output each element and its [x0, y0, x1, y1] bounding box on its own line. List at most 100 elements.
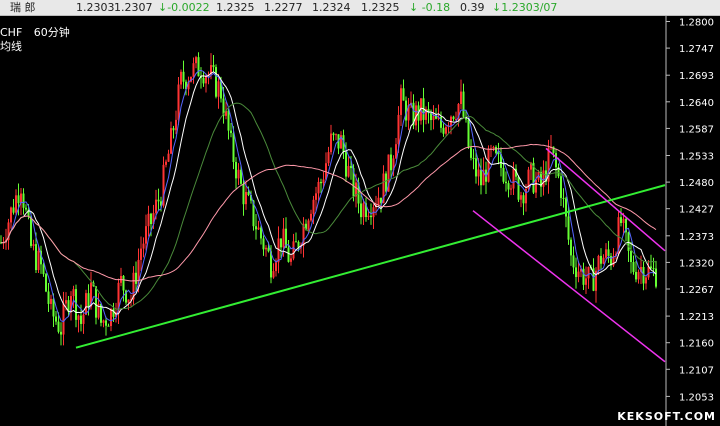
candle-body: [165, 161, 167, 165]
candle-body: [400, 88, 402, 115]
candle-body: [32, 244, 35, 246]
candle-body: [385, 173, 387, 192]
candle-body: [57, 321, 60, 332]
quote-change: ↓-0.0022: [158, 1, 210, 14]
candle-body: [172, 128, 175, 131]
candle-body: [430, 113, 432, 121]
candle-body: [50, 298, 52, 304]
candle-body: [265, 247, 267, 250]
candle-body: [80, 315, 82, 324]
watermark: KEKSOFT.COM: [617, 410, 716, 423]
candle-body: [502, 167, 505, 182]
candle-body: [245, 192, 247, 205]
candle-body: [460, 91, 462, 105]
candle-body: [55, 316, 57, 322]
candle-body: [30, 216, 32, 246]
candle-body: [335, 134, 337, 136]
candle-body: [290, 258, 292, 262]
candle-body: [77, 315, 80, 320]
candle-body: [167, 153, 170, 162]
candle-body: [102, 320, 105, 323]
candle-body: [367, 215, 370, 217]
candle-body: [122, 275, 125, 291]
quote-value-9: 0.39: [460, 1, 485, 14]
ma-line-5: [1, 69, 657, 323]
candle-body: [605, 249, 607, 258]
candle-body: [157, 199, 160, 202]
candle-body: [555, 153, 557, 168]
candle-body: [292, 241, 295, 259]
candle-body: [242, 183, 245, 205]
candle-body: [512, 168, 515, 189]
candle-body: [170, 128, 172, 154]
candle-body: [177, 84, 180, 120]
candle-body: [237, 169, 240, 179]
candle-body: [497, 153, 500, 155]
y-tick-label: 1.2640: [679, 98, 714, 109]
candle-body: [322, 179, 325, 184]
candle-body: [577, 271, 580, 277]
candle-body: [85, 293, 87, 315]
y-tick-label: 1.2053: [679, 392, 714, 403]
candle-body: [232, 133, 235, 162]
candle-body: [637, 271, 640, 280]
candle-body: [467, 119, 470, 148]
candle-body: [197, 57, 200, 77]
candle-body: [597, 255, 600, 271]
candle-body: [350, 166, 352, 169]
candle-body: [95, 286, 97, 318]
candle-body: [247, 192, 250, 195]
candle-body: [570, 239, 572, 256]
candle-body: [432, 115, 435, 121]
candle-body: [522, 195, 525, 204]
candle-body: [15, 195, 17, 213]
candle-body: [470, 147, 472, 158]
candle-body: [262, 238, 265, 250]
candle-body: [602, 257, 605, 264]
candle-body: [472, 157, 475, 159]
candle-body: [492, 146, 495, 149]
chart-window: 瑞 郎 1.2303 1.2307 ↓-0.0022 1.2325 1.2277…: [0, 0, 720, 426]
quote-change-pct: ↓ -0.18: [409, 1, 451, 14]
candle-body: [82, 314, 85, 324]
quote-last: ↓1.2303/07: [492, 1, 558, 14]
candle-body: [402, 88, 405, 101]
candle-body: [652, 268, 655, 270]
price-chart[interactable]: 1.2800 1.2747 1.2693 1.2640 1.2587 1.2533 1.24…: [0, 15, 720, 426]
candle-body: [320, 181, 322, 184]
candle-body: [377, 197, 380, 205]
candle-body: [112, 308, 115, 317]
candle-body: [12, 207, 15, 213]
y-tick-label: 1.2107: [679, 365, 714, 376]
candle-body: [72, 289, 75, 297]
candle-body: [45, 274, 47, 292]
candle-body: [140, 248, 142, 260]
candle-body: [142, 243, 145, 249]
quote-value-6: 1.2324: [312, 1, 351, 14]
candle-body: [195, 57, 197, 64]
candle-body: [22, 193, 25, 208]
candle-body: [267, 247, 270, 252]
candle-body: [600, 255, 602, 264]
y-tick-label: 1.2160: [679, 339, 714, 350]
candle-body: [632, 262, 635, 272]
candle-body: [20, 193, 22, 204]
candle-body: [477, 169, 480, 177]
candle-body: [630, 250, 632, 263]
candle-body: [505, 181, 507, 184]
candle-body: [562, 197, 565, 199]
candle-body: [272, 271, 275, 278]
candle-body: [180, 71, 182, 85]
candle-body: [312, 199, 315, 214]
candle-body: [65, 300, 67, 304]
candle-body: [147, 213, 150, 227]
candle-body: [575, 267, 577, 277]
candle-body: [510, 188, 512, 190]
candle-body: [260, 227, 262, 239]
candle-body: [507, 183, 510, 190]
quote-value-5: 1.2277: [264, 1, 303, 14]
y-tick-label: 1.2427: [679, 205, 714, 216]
candle-body: [462, 91, 465, 117]
candle-body: [655, 268, 657, 287]
candle-body: [17, 195, 20, 204]
